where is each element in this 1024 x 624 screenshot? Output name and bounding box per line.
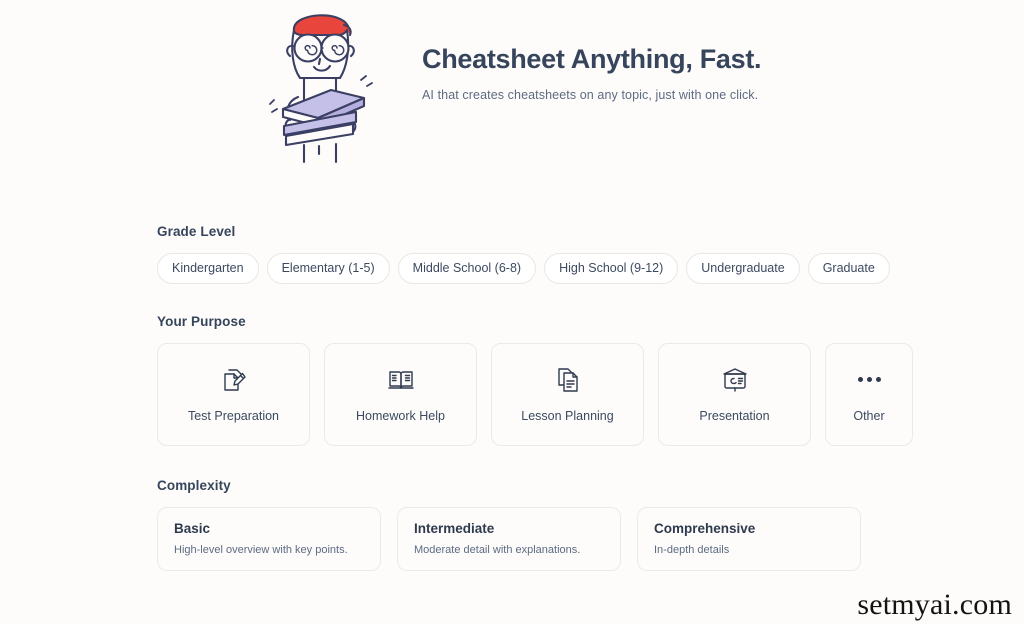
complexity-desc-basic: High-level overview with key points.: [174, 544, 348, 556]
hero-section: Cheatsheet Anything, Fast. AI that creat…: [0, 0, 1024, 180]
purpose-card-lesson-planning[interactable]: Lesson Planning: [491, 343, 644, 446]
page-title: Cheatsheet Anything, Fast.: [422, 44, 762, 74]
purpose-card-test-preparation[interactable]: Test Preparation: [157, 343, 310, 446]
open-book-icon: [387, 367, 414, 393]
complexity-name-intermediate: Intermediate: [414, 521, 495, 536]
purpose-section: Your Purpose Test Preparation Homework H…: [157, 314, 984, 446]
complexity-card-intermediate[interactable]: Intermediate Moderate detail with explan…: [397, 507, 621, 571]
grade-level-chip-row: Kindergarten Elementary (1-5) Middle Sch…: [157, 253, 984, 284]
complexity-title: Complexity: [157, 478, 231, 493]
grade-chip-kindergarten[interactable]: Kindergarten: [157, 253, 259, 284]
purpose-label-lesson-planning: Lesson Planning: [521, 408, 614, 423]
purpose-title: Your Purpose: [157, 314, 246, 329]
hero-text-block: Cheatsheet Anything, Fast. AI that creat…: [422, 44, 762, 103]
options-content: Grade Level Kindergarten Elementary (1-5…: [0, 224, 1024, 571]
document-pencil-icon: [222, 367, 246, 393]
purpose-card-homework-help[interactable]: Homework Help: [324, 343, 477, 446]
purpose-card-presentation[interactable]: Presentation: [658, 343, 811, 446]
purpose-card-row: Test Preparation Homework Help Lesson Pl…: [157, 343, 984, 446]
presentation-board-icon: [722, 367, 748, 393]
complexity-card-comprehensive[interactable]: Comprehensive In-depth details: [637, 507, 861, 571]
complexity-desc-comprehensive: In-depth details: [654, 544, 730, 556]
grade-chip-elementary[interactable]: Elementary (1-5): [266, 253, 390, 284]
grade-level-title: Grade Level: [157, 224, 236, 239]
complexity-name-comprehensive: Comprehensive: [654, 521, 756, 536]
page-subtitle: AI that creates cheatsheets on any topic…: [422, 88, 759, 103]
complexity-card-basic[interactable]: Basic High-level overview with key point…: [157, 507, 381, 571]
copy-documents-icon: [556, 367, 580, 393]
grade-level-section: Grade Level Kindergarten Elementary (1-5…: [157, 224, 984, 284]
complexity-section: Complexity Basic High-level overview wit…: [157, 478, 984, 571]
complexity-name-basic: Basic: [174, 521, 211, 536]
grade-chip-graduate[interactable]: Graduate: [807, 253, 890, 284]
purpose-card-other[interactable]: Other: [825, 343, 913, 446]
complexity-card-row: Basic High-level overview with key point…: [157, 507, 984, 571]
student-holding-books-illustration: [238, 4, 408, 164]
grade-chip-undergraduate[interactable]: Undergraduate: [686, 253, 800, 284]
grade-chip-high-school[interactable]: High School (9-12): [544, 253, 679, 284]
purpose-label-presentation: Presentation: [699, 408, 770, 423]
purpose-label-other: Other: [853, 408, 885, 423]
purpose-label-test-preparation: Test Preparation: [187, 408, 280, 423]
complexity-desc-intermediate: Moderate detail with explanations.: [414, 544, 581, 556]
watermark: setmyai.com: [857, 588, 1012, 621]
ellipsis-icon: [857, 367, 881, 393]
grade-chip-middle-school[interactable]: Middle School (6-8): [397, 253, 537, 284]
purpose-label-homework-help: Homework Help: [356, 408, 445, 423]
